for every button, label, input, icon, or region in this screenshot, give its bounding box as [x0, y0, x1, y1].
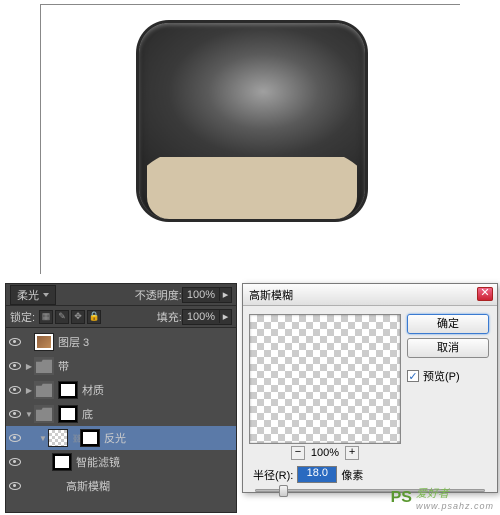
blend-mode-dropdown[interactable]: 柔光	[10, 285, 56, 305]
radius-unit: 像素	[341, 467, 363, 483]
dialog-buttons: 确定 取消 ✓ 预览(P)	[407, 314, 489, 460]
layer-name: 带	[58, 358, 69, 374]
layer-name: 智能滤镜	[76, 454, 120, 470]
cancel-button[interactable]: 取消	[407, 338, 489, 358]
radius-input[interactable]: 18.0	[297, 466, 337, 483]
zoom-controls: − 100% +	[249, 446, 401, 460]
lock-transparency-icon[interactable]: ▦	[39, 310, 53, 324]
opacity-label: 不透明度:	[135, 287, 182, 303]
zoom-in-button[interactable]: +	[345, 446, 359, 460]
layer-thumbnail[interactable]	[48, 429, 68, 447]
dialog-title: 高斯模糊	[249, 287, 293, 303]
wallet-inner-oval	[147, 157, 357, 219]
layer-mask-thumbnail[interactable]	[58, 381, 78, 399]
layer-mask-thumbnail[interactable]	[80, 429, 100, 447]
visibility-eye-icon[interactable]	[9, 482, 21, 490]
layer-row[interactable]: ▼ 底	[6, 402, 236, 426]
blend-mode-value: 柔光	[17, 287, 39, 303]
visibility-eye-icon[interactable]	[9, 386, 21, 394]
twisty-icon[interactable]: ▶	[24, 386, 34, 395]
ok-button[interactable]: 确定	[407, 314, 489, 334]
canvas-area	[40, 4, 460, 274]
fill-control[interactable]: 100% ▸	[182, 309, 232, 325]
slider-thumb[interactable]	[279, 485, 288, 497]
fill-label: 填充:	[157, 309, 182, 325]
folder-icon[interactable]	[34, 405, 54, 423]
visibility-eye-icon[interactable]	[9, 362, 21, 370]
layer-row[interactable]: 智能滤镜	[6, 450, 236, 474]
dialog-body: − 100% + 确定 取消 ✓ 预览(P)	[243, 306, 497, 460]
twisty-icon[interactable]: ▼	[24, 410, 34, 419]
lock-all-icon[interactable]: 🔒	[87, 310, 101, 324]
visibility-eye-icon[interactable]	[9, 338, 21, 346]
visibility-eye-icon[interactable]	[9, 410, 21, 418]
visibility-eye-icon[interactable]	[9, 434, 21, 442]
layer-mask-thumbnail[interactable]	[58, 405, 78, 423]
layers-panel-header: 柔光 不透明度: 100% ▸	[6, 284, 236, 306]
preview-area[interactable]	[249, 314, 401, 444]
layers-panel: 柔光 不透明度: 100% ▸ 锁定: ▦ ✎ ✥ 🔒 填充: 100% ▸ 图	[5, 283, 237, 513]
wallet-artwork	[139, 23, 365, 219]
close-icon: ✕	[480, 287, 489, 299]
wallet-bottom	[147, 157, 357, 219]
preview-label: 预览(P)	[423, 368, 460, 384]
layers-lock-row: 锁定: ▦ ✎ ✥ 🔒 填充: 100% ▸	[6, 306, 236, 328]
smart-filter-mask[interactable]	[52, 453, 72, 471]
opacity-control[interactable]: 100% ▸	[182, 287, 232, 303]
visibility-eye-icon[interactable]	[9, 458, 21, 466]
layer-thumbnail[interactable]	[34, 333, 54, 351]
watermark-url: www.psahz.com	[416, 501, 494, 511]
dialog-titlebar[interactable]: 高斯模糊 ✕	[243, 284, 497, 306]
close-button[interactable]: ✕	[477, 287, 493, 301]
preview-checkbox[interactable]: ✓	[407, 370, 419, 382]
lock-position-icon[interactable]: ✥	[71, 310, 85, 324]
watermark: PS 爱好者 www.psahz.com	[391, 485, 494, 511]
layer-name: 高斯模糊	[66, 478, 110, 494]
folder-icon[interactable]	[34, 381, 54, 399]
watermark-text: 爱好者	[416, 485, 494, 501]
opacity-value: 100%	[183, 288, 219, 302]
layer-name: 材质	[82, 382, 104, 398]
link-icon: ⛓	[72, 434, 80, 443]
preview-checkbox-row[interactable]: ✓ 预览(P)	[407, 368, 489, 384]
twisty-icon[interactable]: ▼	[38, 434, 48, 443]
layer-name: 图层 3	[58, 334, 89, 350]
layer-name: 底	[82, 406, 93, 422]
layers-tree: 图层 3 ▶ 带 ▶ 材质 ▼ 底 ▼ ⛓	[6, 328, 236, 500]
watermark-logo: PS	[391, 489, 412, 507]
layer-name: 反光	[104, 430, 126, 446]
zoom-value: 100%	[311, 447, 339, 459]
layer-row[interactable]: 高斯模糊	[6, 474, 236, 498]
layer-row[interactable]: ▶ 带	[6, 354, 236, 378]
radius-label: 半径(R):	[253, 467, 293, 483]
opacity-flyout-icon[interactable]: ▸	[219, 288, 231, 301]
gaussian-blur-dialog: 高斯模糊 ✕ − 100% + 确定 取消 ✓ 预览(P) 半径(R): 18.…	[242, 283, 498, 493]
twisty-icon[interactable]: ▶	[24, 362, 34, 371]
layer-row[interactable]: 图层 3	[6, 330, 236, 354]
zoom-out-button[interactable]: −	[291, 446, 305, 460]
lock-label: 锁定:	[10, 309, 35, 325]
chevron-down-icon	[43, 293, 49, 297]
fill-flyout-icon[interactable]: ▸	[219, 310, 231, 323]
folder-icon[interactable]	[34, 357, 54, 375]
layer-row-selected[interactable]: ▼ ⛓ 反光	[6, 426, 236, 450]
lock-pixels-icon[interactable]: ✎	[55, 310, 69, 324]
lock-icons-group: ▦ ✎ ✥ 🔒	[39, 310, 101, 324]
fill-value: 100%	[183, 310, 219, 324]
layer-row[interactable]: ▶ 材质	[6, 378, 236, 402]
